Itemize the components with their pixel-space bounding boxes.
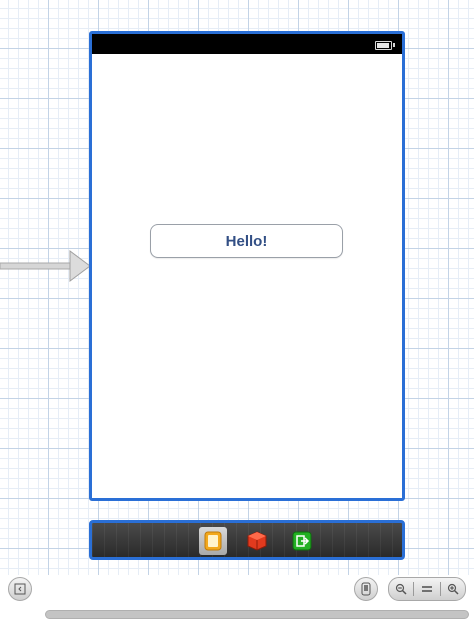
scrollbar-thumb[interactable] — [45, 610, 469, 619]
horizontal-scrollbar[interactable] — [45, 610, 469, 619]
view-controller-scene[interactable]: Hello! — [89, 31, 405, 501]
battery-icon — [375, 41, 392, 50]
phone-icon — [361, 582, 371, 596]
first-responder-icon[interactable] — [243, 527, 271, 555]
initial-scene-arrow-icon — [0, 250, 91, 282]
view-controller-icon[interactable] — [199, 527, 227, 555]
status-bar — [92, 34, 402, 54]
device-form-factor-button[interactable] — [354, 577, 378, 601]
document-outline-toggle-button[interactable] — [8, 577, 32, 601]
zoom-in-button[interactable] — [442, 579, 464, 599]
hello-button[interactable]: Hello! — [150, 224, 343, 258]
sidebar-icon — [14, 583, 26, 595]
zoom-controls — [388, 577, 466, 601]
battery-tip — [393, 43, 395, 47]
zoom-actual-size-button[interactable] — [416, 579, 438, 599]
zoom-separator — [413, 582, 415, 596]
equals-icon — [421, 586, 432, 592]
exit-icon[interactable] — [288, 527, 316, 555]
zoom-out-icon — [395, 583, 407, 595]
zoom-out-button[interactable] — [390, 579, 412, 599]
scene-dock — [89, 520, 405, 560]
zoom-separator — [439, 582, 441, 596]
zoom-in-icon — [448, 583, 459, 595]
